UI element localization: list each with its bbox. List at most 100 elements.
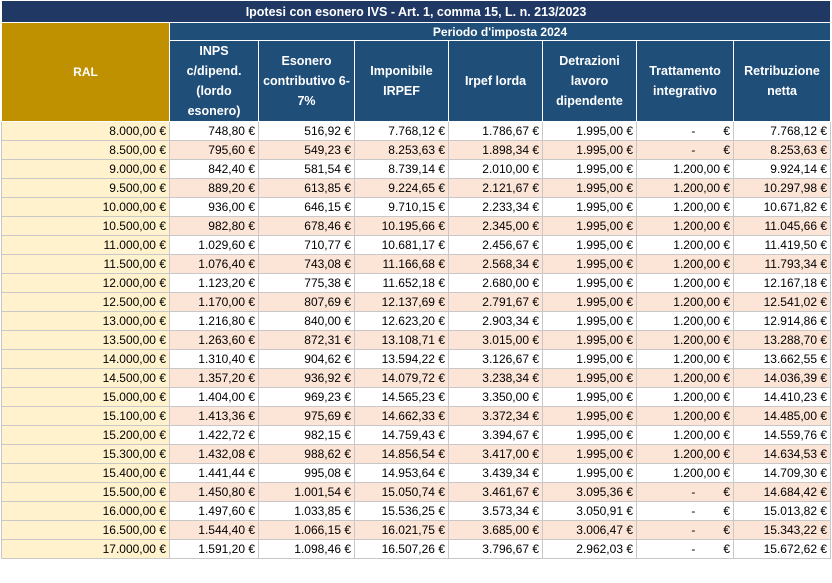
cell-ral: 13.000,00 € (1, 311, 170, 331)
cell-detrazioni: 1.995,00 € (542, 425, 637, 445)
cell-esonero: 936,92 € (258, 368, 355, 388)
cell-ral: 9.500,00 € (1, 178, 170, 198)
cell-esonero: 982,15 € (258, 425, 355, 445)
cell-trattamento: 1.200,00 € (636, 444, 734, 464)
cell-irpef: 1.898,34 € (448, 140, 543, 160)
table-row: 16.500,00 €1.544,40 €1.066,15 €16.021,75… (1, 520, 832, 540)
cell-retribuzione: 14.485,00 € (732, 406, 832, 426)
table-row: 11.000,00 €1.029,60 €710,77 €10.681,17 €… (1, 235, 832, 255)
cell-esonero: 710,77 € (258, 235, 355, 255)
cell-irpef: 3.417,00 € (448, 444, 543, 464)
cell-detrazioni: 1.995,00 € (542, 216, 637, 236)
cell-detrazioni: 3.095,36 € (542, 482, 637, 502)
cell-inps: 1.450,80 € (169, 482, 259, 502)
table-row: 15.500,00 €1.450,80 €1.001,54 €15.050,74… (1, 482, 832, 502)
cell-esonero: 678,46 € (258, 216, 355, 236)
cell-inps: 982,80 € (169, 216, 259, 236)
cell-detrazioni: 1.995,00 € (542, 273, 637, 293)
cell-trattamento: 1.200,00 € (636, 368, 734, 388)
cell-trattamento: 1.200,00 € (636, 178, 734, 198)
table-row: 11.500,00 €1.076,40 €743,08 €11.166,68 €… (1, 254, 832, 274)
cell-trattamento: 1.200,00 € (636, 235, 734, 255)
cell-retribuzione: 12.914,86 € (732, 311, 832, 331)
cell-retribuzione: 14.709,30 € (732, 463, 832, 483)
cell-inps: 1.422,72 € (169, 425, 259, 445)
cell-detrazioni: 1.995,00 € (542, 444, 637, 464)
cell-inps: 1.263,60 € (169, 330, 259, 350)
cell-irpef: 2.010,00 € (448, 159, 543, 179)
cell-ral: 10.500,00 € (1, 216, 170, 236)
cell-retribuzione: 8.253,63 € (732, 140, 832, 160)
cell-irpef: 2.233,34 € (448, 197, 543, 217)
cell-irpef: 2.680,00 € (448, 273, 543, 293)
cell-ral: 15.500,00 € (1, 482, 170, 502)
cell-ral: 12.000,00 € (1, 273, 170, 293)
cell-trattamento: 1.200,00 € (636, 425, 734, 445)
header-retribuzione: Retribuzione netta (732, 40, 832, 122)
cell-inps: 1.216,80 € (169, 311, 259, 331)
table-row: 16.000,00 €1.497,60 €1.033,85 €15.536,25… (1, 501, 832, 521)
cell-irpef: 3.461,67 € (448, 482, 543, 502)
cell-retribuzione: 11.793,34 € (732, 254, 832, 274)
cell-detrazioni: 1.995,00 € (542, 121, 637, 141)
cell-inps: 1.544,40 € (169, 520, 259, 540)
cell-retribuzione: 10.297,98 € (732, 178, 832, 198)
cell-esonero: 1.033,85 € (258, 501, 355, 521)
cell-retribuzione: 15.343,22 € (732, 520, 832, 540)
cell-inps: 1.497,60 € (169, 501, 259, 521)
cell-esonero: 743,08 € (258, 254, 355, 274)
cell-detrazioni: 1.995,00 € (542, 349, 637, 369)
table-row: 8.500,00 €795,60 €549,23 €8.253,63 €1.89… (1, 140, 832, 160)
cell-ral: 15.000,00 € (1, 387, 170, 407)
cell-ral: 15.300,00 € (1, 444, 170, 464)
table-title: Ipotesi con esonero IVS - Art. 1, comma … (0, 0, 832, 23)
cell-irpef: 3.350,00 € (448, 387, 543, 407)
cell-imponibile: 14.079,72 € (354, 368, 449, 388)
cell-detrazioni: 1.995,00 € (542, 330, 637, 350)
table-row: 15.400,00 €1.441,44 €995,08 €14.953,64 €… (1, 463, 832, 483)
cell-detrazioni: 1.995,00 € (542, 140, 637, 160)
cell-imponibile: 10.681,17 € (354, 235, 449, 255)
table-row: 13.500,00 €1.263,60 €872,31 €13.108,71 €… (1, 330, 832, 350)
table-row: 12.000,00 €1.123,20 €775,38 €11.652,18 €… (1, 273, 832, 293)
cell-trattamento: 1.200,00 € (636, 254, 734, 274)
cell-imponibile: 9.710,15 € (354, 197, 449, 217)
table-row: 14.500,00 €1.357,20 €936,92 €14.079,72 €… (1, 368, 832, 388)
table-row: 10.000,00 €936,00 €646,15 €9.710,15 €2.2… (1, 197, 832, 217)
cell-detrazioni: 1.995,00 € (542, 254, 637, 274)
header-esonero: Esonero contributivo 6-7% (258, 40, 355, 122)
cell-trattamento: - € (636, 520, 734, 540)
cell-inps: 889,20 € (169, 178, 259, 198)
cell-irpef: 3.685,00 € (448, 520, 543, 540)
cell-inps: 1.413,36 € (169, 406, 259, 426)
cell-ral: 13.500,00 € (1, 330, 170, 350)
table-row: 8.000,00 €748,80 €516,92 €7.768,12 €1.78… (1, 121, 832, 141)
cell-retribuzione: 13.288,70 € (732, 330, 832, 350)
cell-trattamento: 1.200,00 € (636, 159, 734, 179)
cell-imponibile: 14.953,64 € (354, 463, 449, 483)
table-row: 9.000,00 €842,40 €581,54 €8.739,14 €2.01… (1, 159, 832, 179)
cell-retribuzione: 7.768,12 € (732, 121, 832, 141)
cell-trattamento: - € (636, 539, 734, 559)
cell-trattamento: - € (636, 501, 734, 521)
cell-trattamento: 1.200,00 € (636, 387, 734, 407)
cell-imponibile: 8.739,14 € (354, 159, 449, 179)
cell-inps: 1.441,44 € (169, 463, 259, 483)
cell-detrazioni: 1.995,00 € (542, 178, 637, 198)
cell-retribuzione: 9.924,14 € (732, 159, 832, 179)
cell-ral: 8.000,00 € (1, 121, 170, 141)
cell-inps: 1.076,40 € (169, 254, 259, 274)
cell-retribuzione: 15.013,82 € (732, 501, 832, 521)
cell-imponibile: 13.108,71 € (354, 330, 449, 350)
header-detrazioni: Detrazioni lavoro dipendente (542, 40, 637, 122)
cell-esonero: 1.098,46 € (258, 539, 355, 559)
cell-trattamento: 1.200,00 € (636, 406, 734, 426)
cell-retribuzione: 11.419,50 € (732, 235, 832, 255)
cell-retribuzione: 12.541,02 € (732, 292, 832, 312)
cell-trattamento: - € (636, 121, 734, 141)
cell-inps: 748,80 € (169, 121, 259, 141)
cell-esonero: 840,00 € (258, 311, 355, 331)
cell-ral: 15.200,00 € (1, 425, 170, 445)
cell-trattamento: 1.200,00 € (636, 349, 734, 369)
cell-detrazioni: 1.995,00 € (542, 159, 637, 179)
